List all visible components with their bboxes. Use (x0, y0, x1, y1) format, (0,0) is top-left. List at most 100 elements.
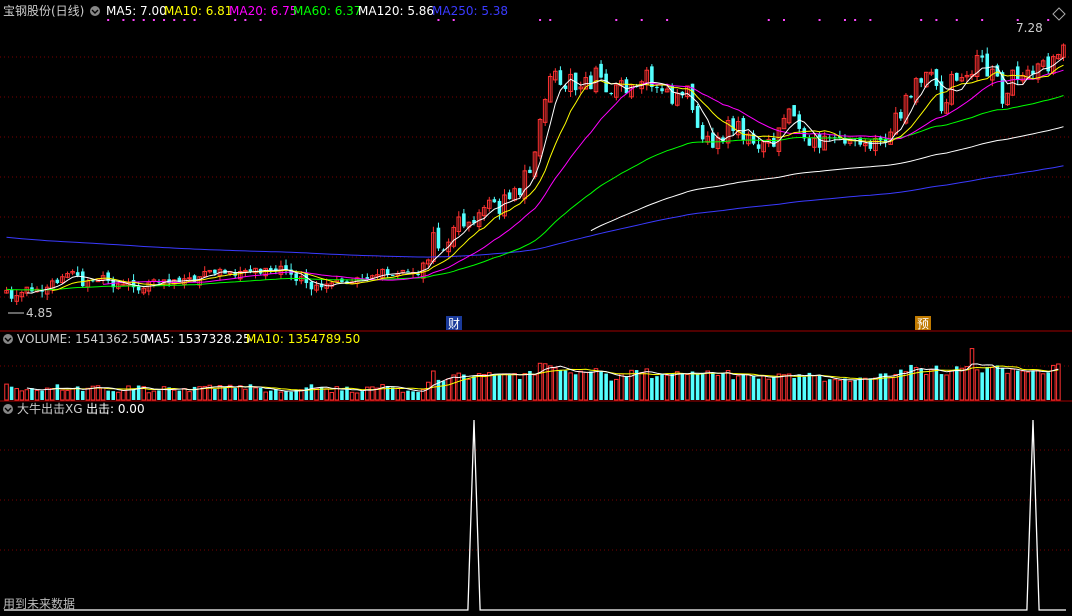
volume-bar (558, 370, 563, 400)
volume-bar (919, 368, 923, 400)
signal-dot (193, 19, 196, 21)
signal-dot (107, 19, 110, 21)
volume-bar (400, 391, 406, 401)
volume-bar (462, 374, 466, 400)
signal-dot (920, 19, 923, 21)
candle-body (919, 78, 923, 83)
signal-dot (173, 19, 176, 21)
volume-bar (909, 364, 913, 400)
volume-bar (324, 388, 329, 401)
candle-body (589, 75, 593, 90)
candle-body (934, 69, 939, 86)
candle-body (797, 114, 802, 129)
signal-dot (132, 19, 135, 21)
volume-bar (507, 374, 512, 400)
moving-average-lines (6, 57, 1064, 294)
candle-body (385, 269, 390, 275)
candle-body (899, 112, 903, 119)
volume-bar (233, 388, 237, 400)
volume-bar (674, 371, 680, 401)
volume-bar (746, 374, 751, 401)
price-low-label: 4.85 (26, 306, 53, 320)
signal-dot (955, 19, 958, 21)
volume-bar (827, 379, 832, 400)
candle-body (868, 141, 873, 149)
volume-bar (9, 386, 14, 400)
volume-bar (985, 367, 990, 400)
volume-bar (670, 373, 674, 400)
volume-bar (177, 390, 182, 400)
candle-body (30, 287, 34, 292)
candle-body (309, 281, 314, 290)
volume-bar (863, 377, 868, 401)
volume-bar (111, 391, 116, 400)
volume-bar (868, 378, 873, 400)
candle-body (807, 138, 812, 146)
volume-bar (1025, 371, 1031, 401)
volume-bar (60, 389, 65, 401)
volume-bar (532, 374, 538, 401)
candle-body (365, 277, 370, 279)
volume-bar (772, 376, 776, 400)
volume-bar (969, 348, 975, 401)
candle-body (609, 93, 613, 95)
candle-body (416, 273, 420, 275)
signal-dot (843, 19, 846, 21)
candle-body (599, 63, 603, 78)
chevron-down-icon[interactable] (3, 404, 13, 414)
volume-bar (614, 378, 619, 401)
volume-bar (995, 365, 1000, 400)
signal-dot (244, 19, 247, 21)
volume-bar (664, 374, 670, 401)
volume-bar (502, 373, 507, 401)
volume-bar (192, 386, 197, 400)
volume-bar (735, 375, 741, 401)
candle-body (624, 79, 629, 94)
stock-chart[interactable]: 宝钢股份(日线) MA5: 7.00 MA10: 6.81 MA20: 6.75… (0, 0, 1072, 616)
candlestick-series (4, 43, 1066, 306)
candle-body (741, 118, 746, 141)
volume-bar (725, 370, 731, 401)
candle-body (528, 169, 532, 173)
volume-bar (411, 391, 415, 400)
volume-bar (522, 373, 528, 401)
volume-bar (223, 387, 227, 400)
candle-body (187, 277, 192, 280)
volume-bar (629, 369, 634, 401)
signal-dot (122, 19, 125, 21)
candle-body (670, 85, 674, 104)
candle-body (80, 271, 85, 287)
candle-body (980, 55, 984, 58)
volume-bar (146, 392, 152, 401)
signal-dot (935, 19, 938, 21)
ma20-line (103, 69, 1064, 285)
volume-bar (655, 376, 659, 400)
chevron-down-icon[interactable] (90, 6, 100, 16)
signal-spike-line (4, 419, 1066, 611)
volume-bar (151, 390, 157, 401)
chevron-down-icon[interactable] (3, 334, 13, 344)
volume-bar (893, 374, 899, 401)
candle-body (772, 138, 776, 147)
volume-bar (182, 388, 187, 401)
signal-dot (782, 19, 785, 21)
signal-dot (818, 19, 821, 21)
ma120-label: MA120: 5.86 (358, 4, 434, 18)
volume-bar (832, 379, 838, 401)
signal-dot (981, 19, 984, 21)
diamond-icon[interactable] (1052, 7, 1066, 21)
volume-bar (1000, 368, 1005, 400)
volume-bar (49, 388, 55, 401)
candle-body (462, 213, 466, 227)
volume-bar (349, 391, 355, 401)
ma60-line (6, 95, 1064, 291)
volume-bar (731, 379, 735, 400)
candle-body (436, 227, 441, 249)
signal-dots (107, 19, 1050, 21)
volume-bar (416, 392, 420, 400)
volume-bar (650, 378, 654, 400)
volume-bar (268, 390, 273, 400)
volume-bar (131, 388, 136, 400)
signal-dot (666, 19, 669, 21)
volume-bar (553, 367, 558, 401)
